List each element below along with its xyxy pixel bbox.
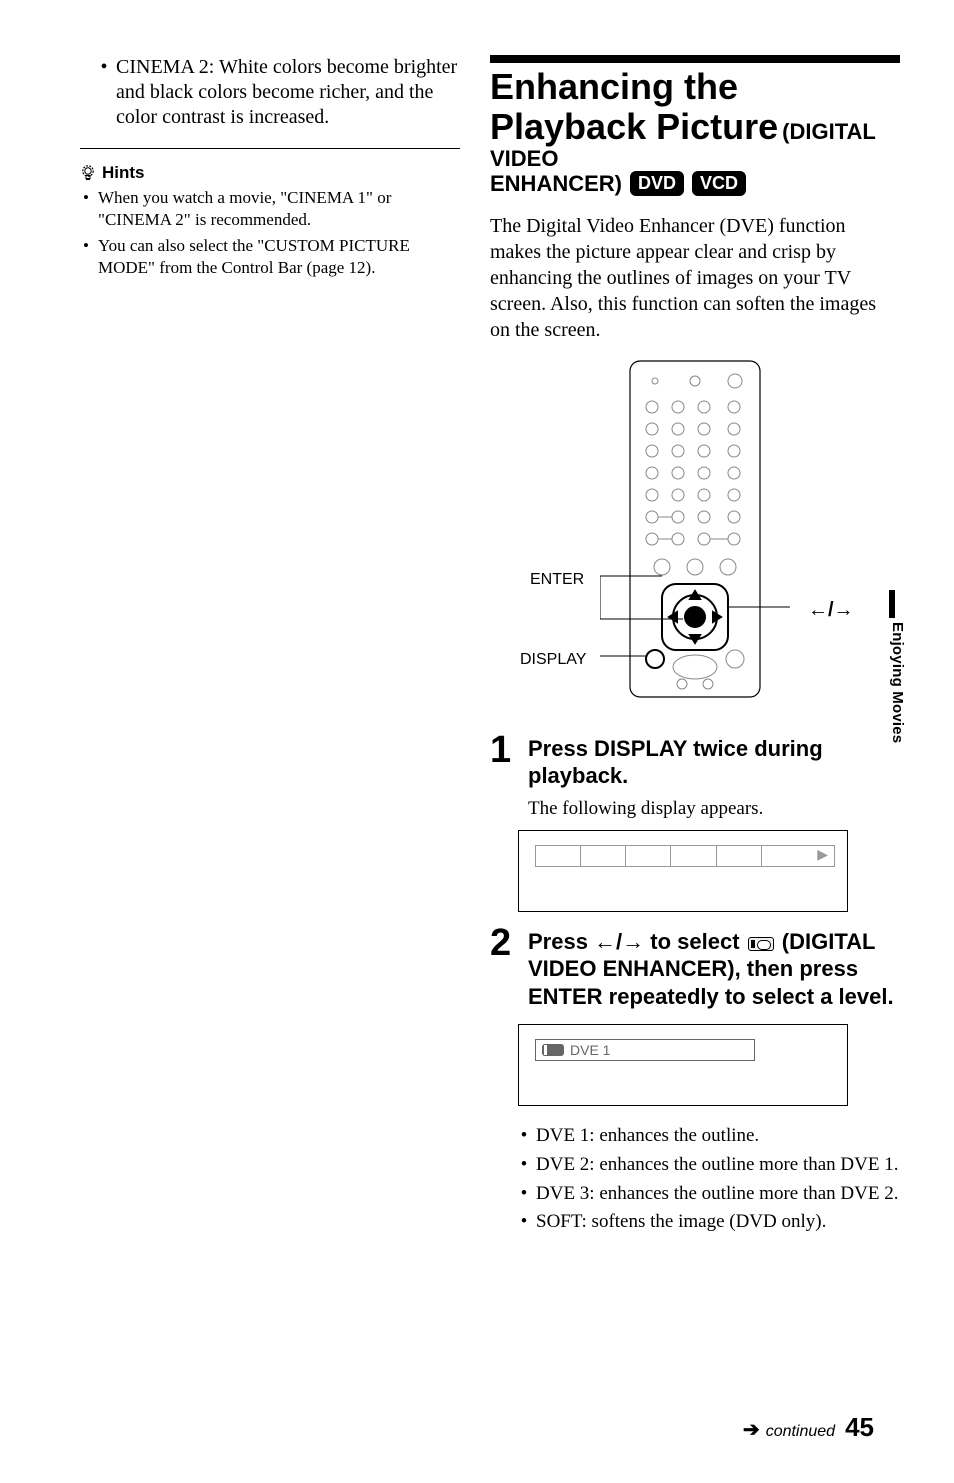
text: When you watch a movie, "CINEMA 1" or "C… [98,187,460,231]
list-item: • SOFT: softens the image (DVD only). [518,1210,900,1235]
arrows-label: ←/→ [808,599,854,622]
list-item: • DVE 2: enhances the outline more than … [518,1153,900,1178]
left-column: • CINEMA 2: White colors become brighter… [80,55,460,1239]
dve-field: DVE 1 [535,1039,755,1061]
dve-options-list: • DVE 1: enhances the outline. • DVE 2: … [518,1124,900,1235]
text: Press ←/→ to select [528,929,746,954]
step-number: 2 [490,924,518,1011]
step-subtext: The following display appears. [528,798,900,820]
text: DVE 2: enhances the outline more than DV… [536,1153,900,1178]
dve-value: DVE 1 [570,1042,610,1058]
page-number: 45 [845,1412,874,1443]
continued-label: continued [766,1423,835,1441]
list-item: • DVE 3: enhances the outline more than … [518,1182,900,1207]
step-2: 2 Press ←/→ to select (DIGITAL VIDEO ENH… [490,924,900,1011]
text: DVE 3: enhances the outline more than DV… [536,1182,900,1207]
bullet-icon: • [80,187,92,231]
tab-icon [536,846,581,866]
tab-icon [717,846,762,866]
page-title: Enhancing the Playback Picture [490,66,778,147]
list-item: • You can also select the "CUSTOM PICTUR… [80,235,460,279]
section-heading: Enhancing the Playback Picture (DIGITAL … [490,67,900,197]
osd-tabs-display: ▶ [518,830,848,912]
bullet-icon: • [518,1153,530,1178]
tab-icon [671,846,716,866]
side-tab-label: Enjoying Movies [889,622,906,743]
bullet-icon: • [518,1182,530,1207]
step-number: 1 [490,731,518,820]
intro-paragraph: The Digital Video Enhancer (DVE) functio… [490,213,900,343]
play-icon: ▶ [762,846,834,866]
list-item: • CINEMA 2: White colors become brighter… [98,55,460,130]
bullet-icon: • [518,1124,530,1149]
page-subtitle-2: ENHANCER) [490,171,622,196]
dvd-badge-icon: DVD [630,171,684,196]
tab-icon [626,846,671,866]
step-heading: Press DISPLAY twice during playback. [528,735,900,790]
side-tab-inner: Enjoying Movies [889,590,906,743]
divider [80,148,460,149]
bullet-icon: • [518,1210,530,1235]
right-column: Enhancing the Playback Picture (DIGITAL … [490,55,900,1239]
remote-icon [600,359,790,699]
text: You can also select the "CUSTOM PICTURE … [98,235,460,279]
hints-list: • When you watch a movie, "CINEMA 1" or … [80,187,460,279]
display-label: DISPLAY [520,651,586,669]
step-heading: Press ←/→ to select (DIGITAL VIDEO ENHAN… [528,928,900,1011]
step-body: Press ←/→ to select (DIGITAL VIDEO ENHAN… [528,924,900,1011]
text: DVE 1: enhances the outline. [536,1124,900,1149]
lightbulb-icon [80,164,96,182]
dve-icon [542,1044,564,1056]
hints-label: Hints [102,163,145,183]
list-item: • When you watch a movie, "CINEMA 1" or … [80,187,460,231]
step-1: 1 Press DISPLAY twice during playback. T… [490,731,900,820]
vcd-badge-icon: VCD [692,171,746,196]
bullet-icon: • [80,235,92,279]
two-column-layout: • CINEMA 2: White colors become brighter… [80,55,874,1239]
hints-heading: Hints [80,163,460,183]
continue-arrow-icon: ➔ [743,1417,760,1442]
list-item: • DVE 1: enhances the outline. [518,1124,900,1149]
enter-label: ENTER [530,571,584,589]
page-footer: ➔ continued 45 [743,1412,874,1443]
tab-icon [581,846,626,866]
side-tab-marker [889,590,895,618]
heading-rule [490,55,900,63]
bullet-icon: • [98,55,110,130]
text: CINEMA 2: White colors become brighter a… [116,55,460,130]
step-body: Press DISPLAY twice during playback. The… [528,731,900,820]
page: • CINEMA 2: White colors become brighter… [0,0,954,1239]
dve-tab-icon [748,937,774,951]
text: SOFT: softens the image (DVD only). [536,1210,900,1235]
section-side-tab: Enjoying Movies [889,590,906,743]
tab-row: ▶ [535,845,835,867]
remote-diagram: ENTER DISPLAY ←/→ [490,359,900,719]
osd-dve-display: DVE 1 [518,1024,848,1106]
